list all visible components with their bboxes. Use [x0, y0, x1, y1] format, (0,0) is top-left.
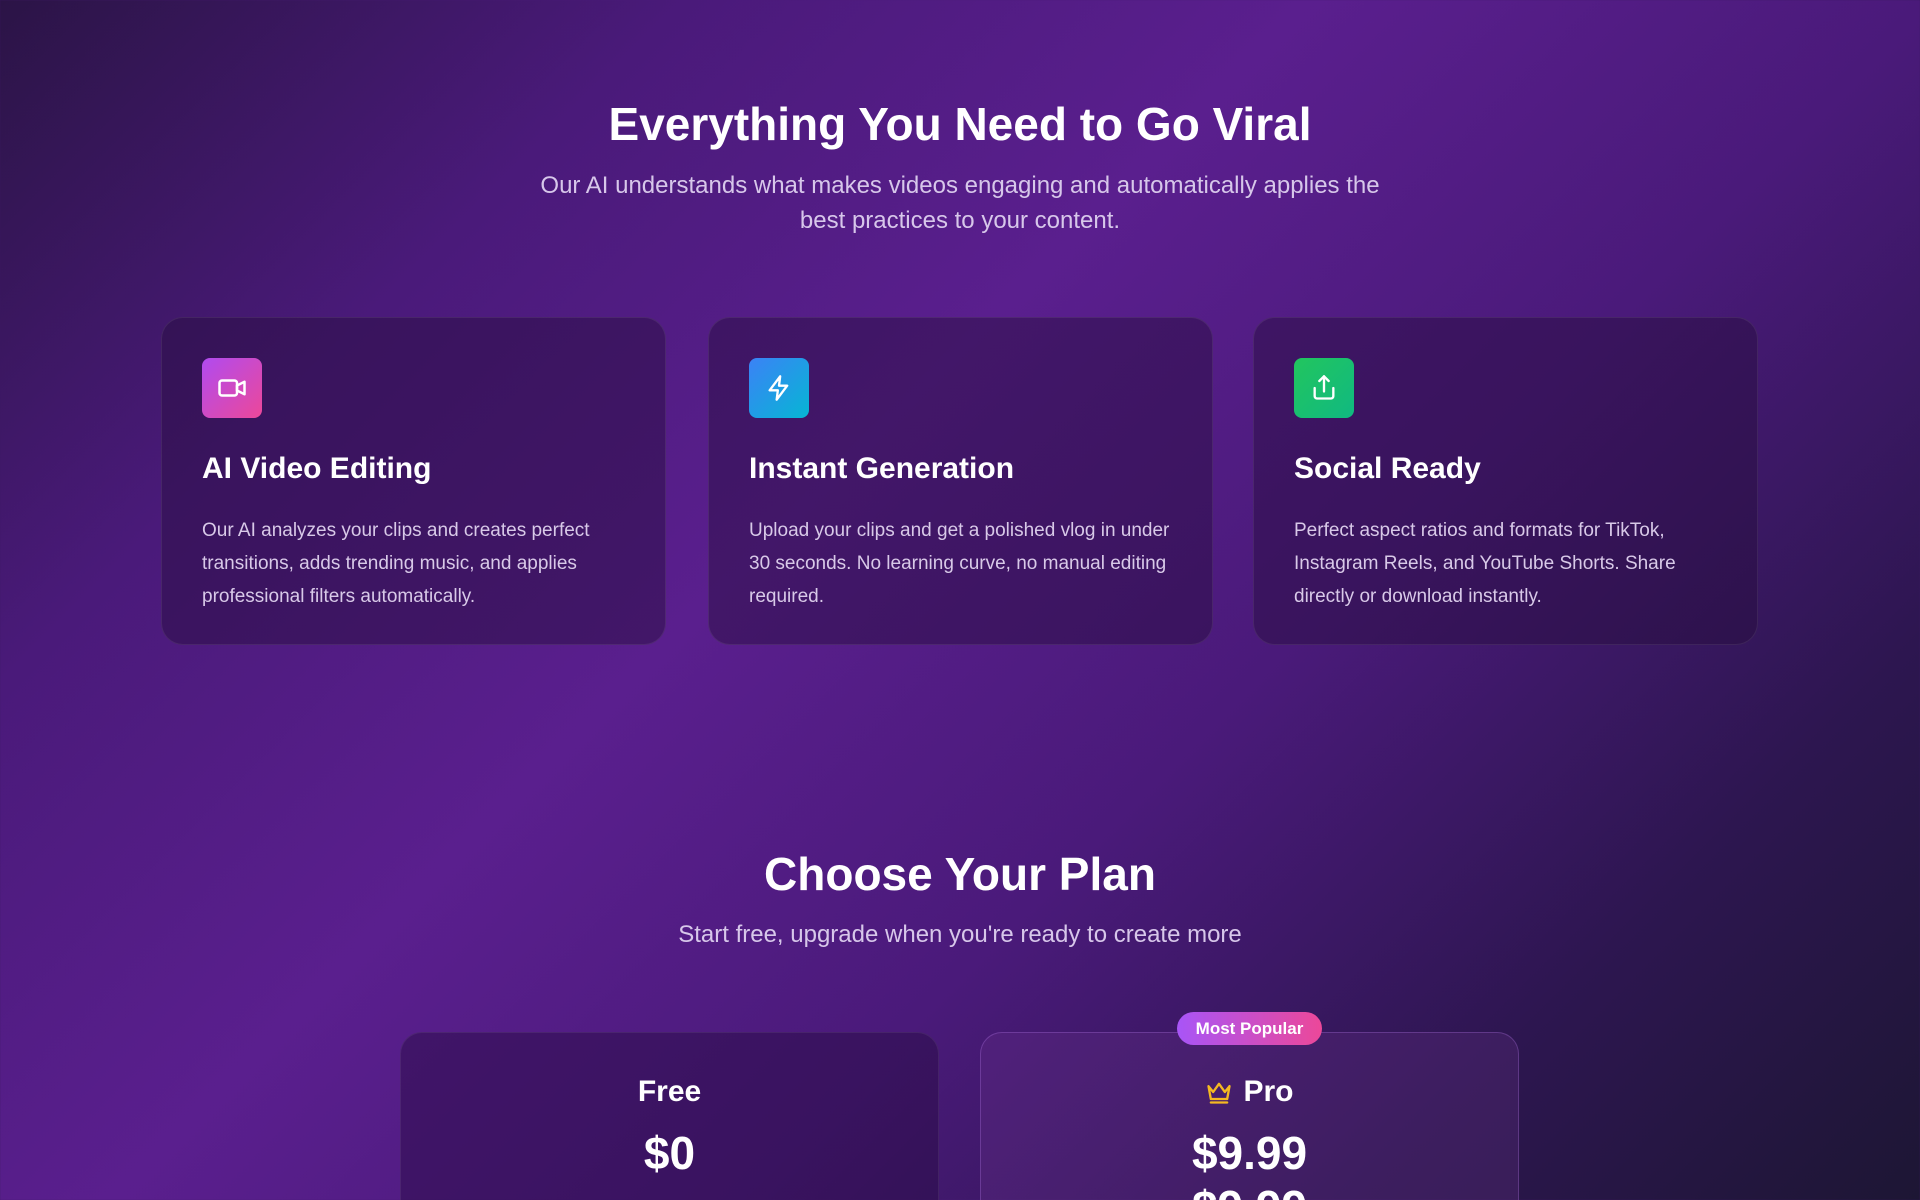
features-subtitle: Our AI understands what makes videos eng…: [540, 172, 1380, 234]
video-camera-icon: [202, 358, 262, 418]
plan-card-pro: Pro $9.99 $9.99: [980, 1032, 1519, 1200]
plan-card-free: Free $0: [400, 1032, 939, 1200]
feature-card-title: AI Video Editing: [202, 452, 432, 485]
most-popular-badge: Most Popular: [1177, 1012, 1322, 1045]
feature-card-title: Social Ready: [1294, 452, 1481, 485]
feature-card-description: Our AI analyzes your clips and creates p…: [202, 520, 590, 607]
features-section: Everything You Need to Go Viral Our AI u…: [0, 0, 1920, 700]
feature-card-instant-generation: Instant Generation Upload your clips and…: [708, 317, 1213, 645]
feature-card-description: Upload your clips and get a polished vlo…: [749, 520, 1170, 607]
plan-price: $9.99: [1191, 1127, 1308, 1179]
plan-name-label: Free: [637, 1075, 702, 1108]
feature-card-ai-video-editing: AI Video Editing Our AI analyzes your cl…: [161, 317, 666, 645]
feature-card-description: Perfect aspect ratios and formats for Ti…: [1294, 520, 1676, 607]
crown-icon: [1205, 1079, 1233, 1105]
pricing-subtitle: Start free, upgrade when you're ready to…: [678, 921, 1242, 948]
plan-price: $0: [643, 1127, 696, 1179]
feature-card-title: Instant Generation: [749, 452, 1015, 485]
lightning-bolt-icon: [749, 358, 809, 418]
plan-price-secondary: $9.99: [981, 1179, 1518, 1200]
features-title: Everything You Need to Go Viral: [608, 98, 1312, 150]
feature-card-social-ready: Social Ready Perfect aspect ratios and f…: [1253, 317, 1758, 645]
plan-name-label: Pro: [1243, 1075, 1294, 1108]
pricing-title: Choose Your Plan: [764, 848, 1156, 900]
share-upload-icon: [1294, 358, 1354, 418]
plan-name: Pro: [981, 1073, 1518, 1111]
plan-name: Free: [401, 1073, 938, 1111]
